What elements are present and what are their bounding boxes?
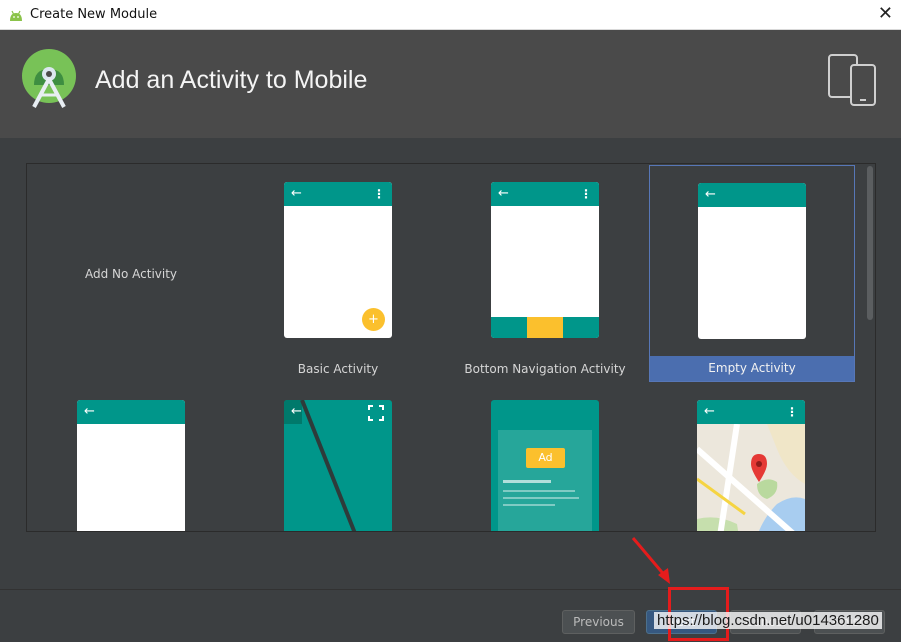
android-icon [10, 10, 22, 21]
text-line [503, 497, 579, 499]
bottom-nav-active-item [527, 317, 563, 338]
template-label: Empty Activity [650, 356, 854, 381]
template-gallery[interactable]: Add No Activity ← ⋮ + Basic Activity ← ⋮… [26, 163, 876, 532]
text-line [503, 480, 551, 483]
template-label: Basic Activity [297, 362, 379, 376]
template-thumbnail: ← ⋮ [697, 400, 805, 531]
previous-button[interactable]: Previous [562, 610, 635, 634]
close-icon[interactable]: ✕ [878, 3, 893, 24]
window-titlebar: Create New Module ✕ [0, 0, 901, 30]
add-icon: + [362, 308, 385, 331]
template-tile-admob-activity[interactable]: Ad [442, 382, 648, 531]
bottom-navigation-bar [491, 317, 599, 338]
app-bar: ← ⋮ [491, 182, 599, 206]
ad-card: Ad [498, 430, 592, 531]
template-tile-no-activity[interactable]: Add No Activity [28, 165, 234, 382]
devices-icon [828, 54, 876, 106]
ad-badge: Ad [526, 448, 565, 468]
overflow-menu-icon: ⋮ [373, 187, 385, 201]
android-studio-logo-icon [22, 49, 76, 108]
template-label: Bottom Navigation Activity [464, 362, 626, 376]
app-bar: ← [77, 400, 185, 424]
template-tile-empty-activity[interactable]: ← Empty Activity [649, 165, 855, 382]
page-title: Add an Activity to Mobile [95, 66, 368, 94]
fullscreen-icon [368, 405, 384, 421]
template-thumbnail: ← [77, 400, 185, 531]
watermark-text: https://blog.csdn.net/u014361280 [654, 612, 882, 629]
template-thumbnail: ← [698, 183, 806, 339]
app-bar: ← ⋮ [697, 400, 805, 424]
ad-label: Ad [538, 451, 553, 464]
template-thumbnail: ← ⋮ [491, 182, 599, 338]
template-thumbnail: ← ⋮ + [284, 182, 392, 338]
back-arrow-icon: ← [498, 186, 509, 201]
text-line [503, 504, 555, 506]
overflow-menu-icon: ⋮ [580, 187, 592, 201]
template-tile-basic-activity[interactable]: ← ⋮ + Basic Activity [235, 165, 441, 382]
back-arrow-icon: ← [705, 187, 716, 202]
annotation-arrow [631, 537, 670, 584]
map-thumbnail-art [697, 424, 805, 531]
template-tile-fullscreen-blank[interactable]: ← [28, 382, 234, 531]
text-line [503, 490, 575, 492]
back-arrow-icon: ← [291, 404, 302, 419]
template-label: Add No Activity [84, 267, 178, 281]
template-thumbnail: ← [284, 400, 392, 531]
app-bar: ← ⋮ [284, 182, 392, 206]
back-arrow-icon: ← [291, 186, 302, 201]
wizard-header: Add an Activity to Mobile [0, 30, 901, 138]
app-bar: ← [698, 183, 806, 207]
back-arrow-icon: ← [84, 404, 95, 419]
template-tile-fullscreen-activity[interactable]: ← [235, 382, 441, 531]
template-tile-bottom-navigation[interactable]: ← ⋮ Bottom Navigation Activity [442, 165, 648, 382]
back-arrow-icon: ← [704, 404, 715, 419]
overflow-menu-icon: ⋮ [786, 405, 798, 419]
gallery-scrollbar[interactable] [867, 166, 873, 320]
template-thumbnail: Ad [491, 400, 599, 531]
template-tile-maps-activity[interactable]: ← ⋮ [649, 382, 855, 531]
window-title: Create New Module [30, 7, 158, 22]
